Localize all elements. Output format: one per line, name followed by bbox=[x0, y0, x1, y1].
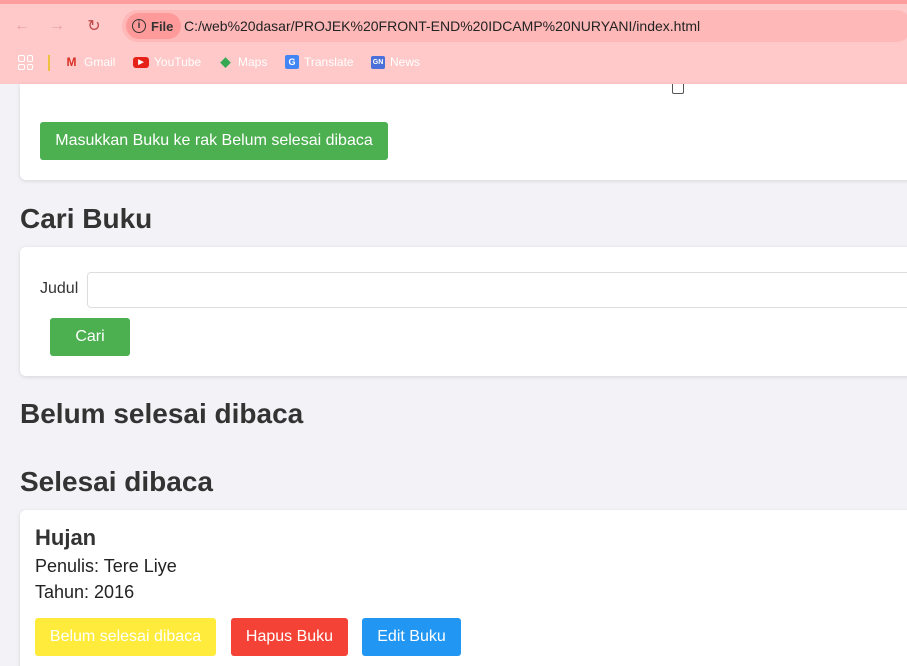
browser-toolbar: ← → ↻ i File C:/web%20dasar/PROJEK%20FRO… bbox=[0, 0, 907, 84]
search-form: Judul Cari bbox=[20, 247, 907, 376]
bookmark-label: Gmail bbox=[84, 55, 116, 69]
bookmark-news[interactable]: GN News bbox=[371, 55, 420, 69]
apps-grid-icon[interactable] bbox=[18, 55, 33, 70]
search-heading: Cari Buku bbox=[20, 203, 153, 234]
bookmark-translate[interactable]: G Translate bbox=[285, 55, 354, 69]
url-scheme-label: File bbox=[151, 18, 174, 34]
bookmarks-bar: M Gmail ▶ YouTube ◆ Maps G Translate GN … bbox=[0, 52, 907, 74]
info-icon: i bbox=[132, 19, 146, 33]
edit-book-button[interactable]: Edit Buku bbox=[362, 618, 461, 656]
incomplete-shelf-heading: Belum selesai dibaca bbox=[20, 398, 304, 429]
news-icon: GN bbox=[371, 55, 385, 69]
url-text[interactable]: C:/web%20dasar/PROJEK%20FRONT-END%20IDCA… bbox=[184, 18, 700, 34]
add-book-submit-button[interactable]: Masukkan Buku ke rak Belum selesai dibac… bbox=[40, 122, 388, 160]
site-info-chip[interactable]: i File bbox=[126, 13, 182, 39]
maps-icon: ◆ bbox=[220, 54, 231, 69]
book-item: Hujan Penulis: Tere Liye Tahun: 2016 Bel… bbox=[20, 510, 907, 666]
bookmark-gmail[interactable]: M Gmail bbox=[64, 55, 116, 69]
address-bar[interactable]: i File C:/web%20dasar/PROJEK%20FRONT-END… bbox=[122, 10, 907, 42]
book-year: Tahun: 2016 bbox=[35, 582, 135, 602]
bookmark-label: Translate bbox=[304, 55, 354, 69]
youtube-icon: ▶ bbox=[133, 56, 149, 68]
complete-shelf-heading: Selesai dibaca bbox=[20, 466, 214, 497]
delete-book-button[interactable]: Hapus Buku bbox=[231, 618, 348, 656]
bookmarks-divider bbox=[48, 55, 50, 71]
bookmark-label: YouTube bbox=[154, 55, 202, 69]
back-arrow-icon[interactable]: ← bbox=[10, 14, 34, 38]
search-title-label: Judul bbox=[40, 280, 79, 297]
reload-icon[interactable]: ↻ bbox=[82, 14, 106, 38]
bookmark-youtube[interactable]: ▶ YouTube bbox=[133, 55, 201, 69]
is-complete-checkbox[interactable] bbox=[672, 84, 684, 94]
book-author: Penulis: Tere Liye bbox=[35, 556, 177, 576]
bookmark-label: Maps bbox=[238, 55, 268, 69]
gmail-icon: M bbox=[66, 55, 77, 69]
add-book-form: Masukkan Buku ke rak Belum selesai dibac… bbox=[20, 84, 907, 180]
bookmark-label: News bbox=[390, 55, 421, 69]
move-to-incomplete-button[interactable]: Belum selesai dibaca bbox=[35, 618, 216, 656]
book-title: Hujan bbox=[35, 525, 97, 550]
forward-arrow-icon[interactable]: → bbox=[45, 14, 69, 38]
search-submit-button[interactable]: Cari bbox=[50, 318, 130, 356]
translate-icon: G bbox=[285, 55, 299, 69]
tab-strip-edge bbox=[0, 0, 907, 4]
bookmark-maps[interactable]: ◆ Maps bbox=[218, 54, 268, 69]
search-title-input[interactable] bbox=[87, 272, 907, 308]
